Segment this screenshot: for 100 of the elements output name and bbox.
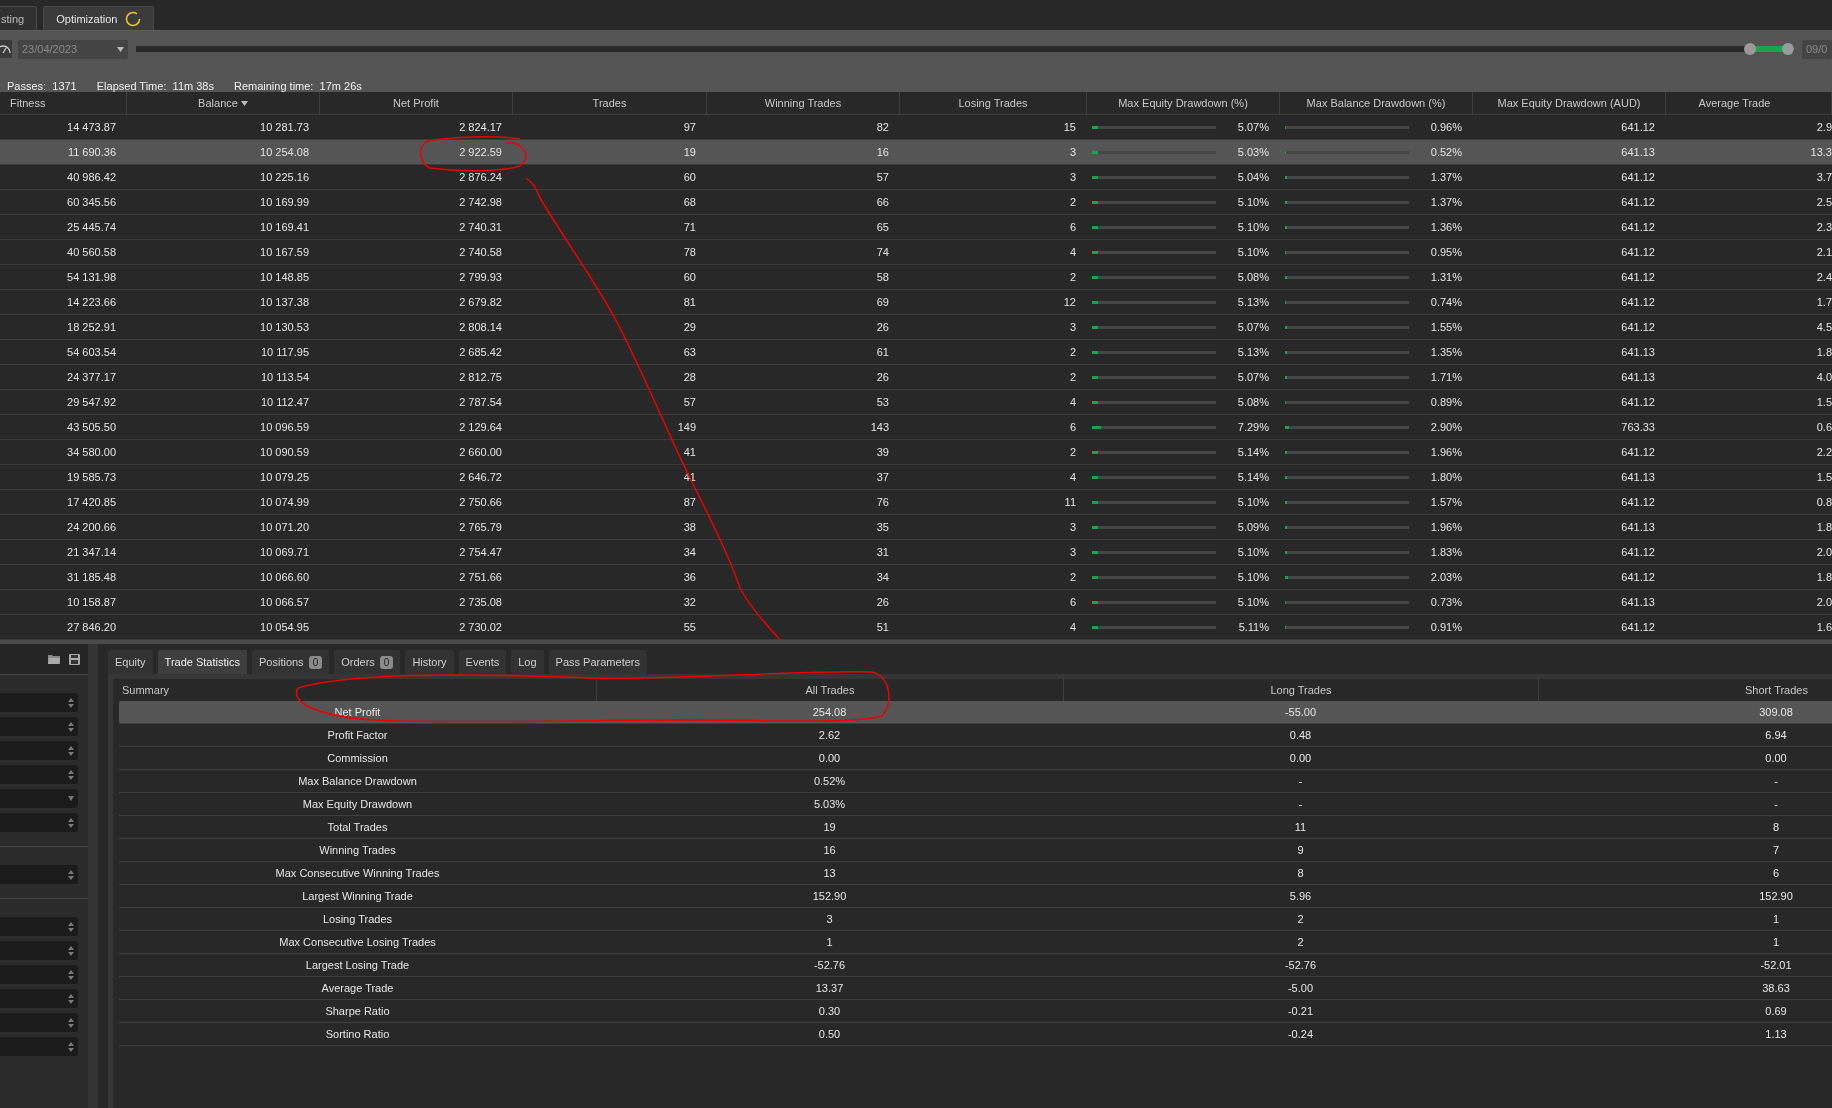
dropdown-caret-icon[interactable] bbox=[68, 796, 74, 801]
table-cell: 10 112.47 bbox=[260, 396, 309, 408]
number-field[interactable] bbox=[0, 941, 78, 960]
spin-arrows-icon[interactable] bbox=[68, 944, 74, 957]
number-field[interactable] bbox=[0, 1013, 78, 1032]
tab[interactable]: Orders 0 bbox=[334, 650, 401, 674]
table-cell: 57 bbox=[683, 396, 696, 408]
spin-arrows-icon[interactable] bbox=[68, 744, 74, 757]
spin-arrows-icon[interactable] bbox=[68, 696, 74, 709]
date-range-slider[interactable] bbox=[136, 43, 1794, 55]
table-cell: 2 735.08 bbox=[459, 596, 502, 608]
number-field[interactable] bbox=[0, 917, 78, 936]
table-cell: 40 560.58 bbox=[67, 246, 116, 258]
statistics-row[interactable]: Profit Factor 2.62 0.48 6.94 bbox=[119, 724, 1832, 747]
table-cell: 27 846.20 bbox=[67, 621, 116, 633]
statistics-row[interactable]: Largest Losing Trade -52.76 -52.76 -52.01 bbox=[119, 954, 1832, 977]
tab[interactable]: Positions 0 bbox=[252, 650, 330, 674]
column-header[interactable]: Balance bbox=[127, 92, 320, 114]
column-header[interactable]: Net Profit bbox=[320, 92, 513, 114]
table-cell: 2 bbox=[1069, 571, 1076, 583]
tab-label[interactable]: Log bbox=[518, 656, 537, 668]
statistics-row[interactable]: Max Balance Drawdown 0.52% - - bbox=[119, 770, 1832, 793]
statistics-row[interactable]: Winning Trades 16 9 7 bbox=[119, 839, 1832, 862]
tab[interactable]: Equity bbox=[108, 650, 153, 674]
spin-arrows-icon[interactable] bbox=[68, 816, 74, 829]
number-field[interactable] bbox=[0, 741, 78, 760]
table-cell: 43 505.50 bbox=[67, 421, 116, 433]
column-header[interactable]: Max Equity Drawdown (%) bbox=[1087, 92, 1280, 114]
column-header[interactable]: Trades bbox=[513, 92, 707, 114]
spin-arrows-icon[interactable] bbox=[68, 1016, 74, 1029]
tab-label[interactable]: Pass Parameters bbox=[555, 656, 640, 668]
tab[interactable]: sting bbox=[0, 6, 38, 30]
table-cell-text: 8 bbox=[1296, 866, 1305, 881]
tab-label[interactable]: History bbox=[412, 656, 447, 668]
table-cell: 34 bbox=[876, 571, 889, 583]
statistics-row[interactable]: Sortino Ratio 0.50 -0.24 1.13 bbox=[119, 1023, 1832, 1046]
table-cell-text: 1.13 bbox=[1764, 1027, 1788, 1042]
spin-arrows-icon[interactable] bbox=[68, 968, 74, 981]
tab[interactable]: Trade Statistics bbox=[157, 650, 247, 674]
number-field[interactable] bbox=[0, 989, 78, 1008]
statistics-row[interactable]: Max Consecutive Winning Trades 13 8 6 bbox=[119, 862, 1832, 885]
table-cell: 40 986.42 bbox=[67, 171, 116, 183]
tab[interactable]: History bbox=[405, 650, 454, 674]
table-cell: 65 bbox=[876, 221, 889, 233]
statistics-row[interactable]: Total Trades 19 11 8 bbox=[119, 816, 1832, 839]
table-cell: 25 445.74 bbox=[67, 221, 116, 233]
spin-arrows-icon[interactable] bbox=[68, 768, 74, 781]
save-icon[interactable] bbox=[69, 653, 80, 665]
spin-arrows-icon[interactable] bbox=[68, 920, 74, 933]
statistics-row[interactable]: Commission 0.00 0.00 0.00 bbox=[119, 747, 1832, 770]
table-cell-text: 0.30 bbox=[817, 1004, 842, 1019]
tab-label[interactable]: Equity bbox=[115, 656, 146, 668]
column-header[interactable]: Winning Trades bbox=[707, 92, 900, 114]
spin-arrows-icon[interactable] bbox=[68, 992, 74, 1005]
spin-arrows-icon[interactable] bbox=[68, 720, 74, 733]
statistics-row[interactable]: Net Profit 254.08 -55.00 309.08 bbox=[119, 701, 1832, 724]
number-field[interactable] bbox=[0, 965, 78, 984]
tab-label[interactable]: Trade Statistics bbox=[164, 656, 240, 668]
gauge-icon[interactable] bbox=[0, 40, 12, 58]
tab-label[interactable]: Positions bbox=[259, 656, 304, 668]
statistics-row[interactable]: Losing Trades 3 2 1 bbox=[119, 908, 1832, 931]
tab[interactable]: Log bbox=[511, 650, 544, 674]
tab-label[interactable]: Events bbox=[465, 656, 500, 668]
folder-icon[interactable] bbox=[48, 654, 60, 664]
table-row[interactable]: 11 690.36 10 254.08 2 922.59 19 16 3 5.03% 0.52% 641.13 13.3 bbox=[0, 140, 1832, 165]
statistics-row[interactable]: Max Equity Drawdown 5.03% - - bbox=[119, 793, 1832, 816]
statistics-row[interactable]: Average Trade 13.37 -5.00 38.63 bbox=[119, 977, 1832, 1000]
number-field[interactable] bbox=[0, 1037, 78, 1056]
slider-thumb[interactable] bbox=[1744, 43, 1757, 55]
tab[interactable]: Pass Parameters bbox=[548, 650, 647, 674]
tab[interactable]: Optimization bbox=[43, 6, 155, 30]
number-field[interactable] bbox=[0, 693, 78, 712]
table-cell: 1.5 bbox=[1816, 471, 1832, 483]
spin-arrows-icon[interactable] bbox=[68, 868, 74, 881]
table-cell: 41 bbox=[683, 446, 696, 458]
table-cell-text: -52.01 bbox=[1759, 958, 1793, 973]
number-field[interactable] bbox=[0, 813, 78, 832]
table-cell: 1.6 bbox=[1816, 621, 1832, 633]
table-cell: 4 bbox=[1069, 246, 1076, 258]
statistics-row[interactable]: Max Consecutive Losing Trades 1 2 1 bbox=[119, 931, 1832, 954]
column-header[interactable]: Max Balance Drawdown (%) bbox=[1280, 92, 1473, 114]
tab[interactable]: Events bbox=[458, 650, 507, 674]
column-header[interactable]: Fitness bbox=[0, 92, 127, 114]
table-cell: 641.12 bbox=[1621, 321, 1655, 333]
slider-thumb[interactable] bbox=[1782, 43, 1794, 55]
column-header[interactable]: Max Equity Drawdown (AUD) bbox=[1473, 92, 1666, 114]
table-cell: 2 922.59 bbox=[459, 146, 502, 158]
statistics-row[interactable]: Sharpe Ratio 0.30 -0.21 0.69 bbox=[119, 1000, 1832, 1023]
dropdown-field[interactable] bbox=[0, 789, 78, 808]
table-cell-text: 0.48 bbox=[1288, 728, 1313, 743]
number-field[interactable] bbox=[0, 717, 78, 736]
table-cell: 2.5 bbox=[1816, 196, 1832, 208]
number-field[interactable] bbox=[0, 765, 78, 784]
number-field[interactable] bbox=[0, 865, 78, 884]
tab-label[interactable]: Orders bbox=[341, 656, 375, 668]
column-header[interactable]: Losing Trades bbox=[900, 92, 1087, 114]
spin-arrows-icon[interactable] bbox=[68, 1040, 74, 1053]
column-header[interactable]: Average Trade bbox=[1666, 92, 1832, 114]
statistics-row[interactable]: Largest Winning Trade 152.90 5.96 152.90 bbox=[119, 885, 1832, 908]
column-header[interactable]: Summary bbox=[119, 679, 596, 701]
